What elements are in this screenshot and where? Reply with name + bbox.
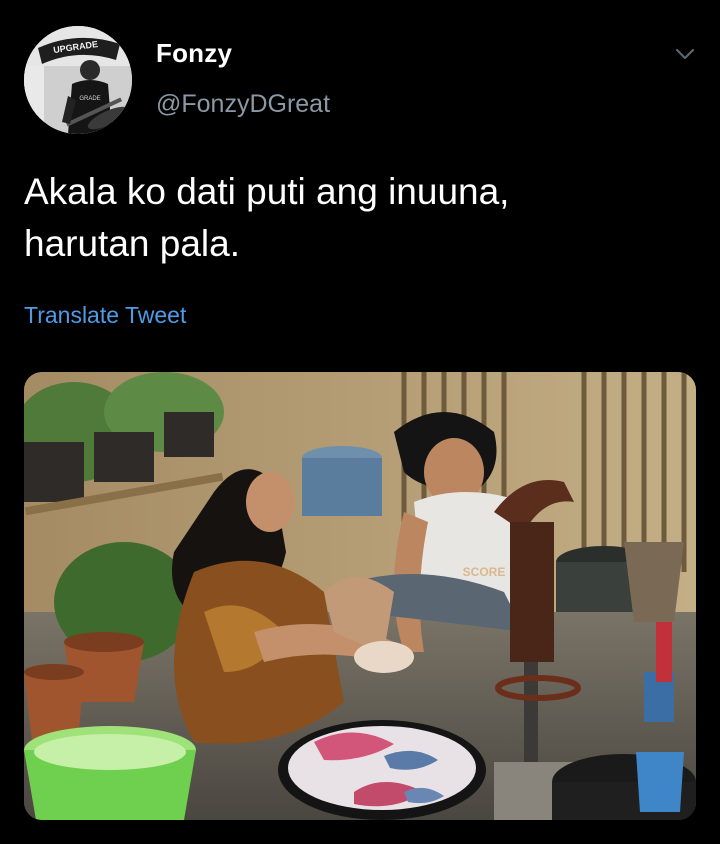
display-name[interactable]: Fonzy (156, 38, 232, 69)
chevron-down-icon[interactable] (672, 44, 698, 64)
avatar-photo: UPGRADE GRADE (24, 26, 132, 134)
tweet-text-line: Akala ko dati puti ang inuuna, (24, 171, 510, 212)
user-handle[interactable]: @FonzyDGreat (156, 90, 330, 119)
photo-illustration: SCORE (24, 372, 696, 820)
tweet: UPGRADE GRADE Fonzy @FonzyDGreat Akala k… (0, 0, 720, 844)
avatar[interactable]: UPGRADE GRADE (24, 26, 132, 134)
tweet-media-photo[interactable]: SCORE (24, 372, 696, 820)
tweet-text-line: harutan pala. (24, 223, 241, 264)
translate-tweet-link[interactable]: Translate Tweet (24, 302, 186, 329)
svg-text:GRADE: GRADE (79, 96, 100, 102)
svg-text:SCORE: SCORE (463, 565, 506, 579)
tweet-text: Akala ko dati puti ang inuuna, harutan p… (24, 166, 684, 270)
